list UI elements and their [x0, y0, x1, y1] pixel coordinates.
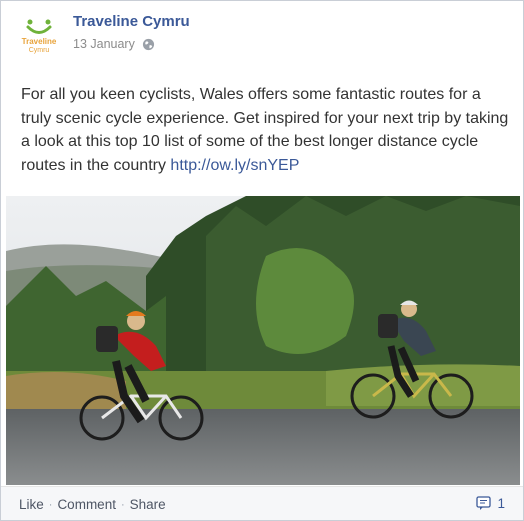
author-name[interactable]: Traveline Cymru	[73, 13, 190, 30]
globe-icon[interactable]	[142, 38, 155, 51]
post-footer: Like · Comment · Share 1	[1, 486, 523, 520]
post-actions: Like · Comment · Share	[19, 497, 166, 512]
comment-count-value: 1	[497, 496, 505, 511]
comment-bubble-icon	[476, 496, 492, 510]
post-date[interactable]: 13 January	[73, 37, 135, 51]
traveline-cymru-logo[interactable]: Traveline Cymru	[19, 16, 59, 56]
comment-link[interactable]: Comment	[57, 497, 116, 512]
post-meta: 13 January	[73, 37, 155, 51]
svg-text:Traveline: Traveline	[22, 37, 57, 46]
comment-count[interactable]: 1	[476, 496, 505, 511]
post-card: Traveline Cymru Traveline Cymru 13 Janua…	[0, 0, 524, 521]
svg-text:Cymru: Cymru	[29, 47, 50, 54]
separator-dot: ·	[120, 498, 125, 511]
post-photo-cyclists[interactable]	[6, 196, 520, 485]
like-link[interactable]: Like	[19, 497, 44, 512]
separator-dot: ·	[48, 498, 53, 511]
post-link[interactable]: http://ow.ly/snYEP	[170, 157, 299, 174]
share-link[interactable]: Share	[130, 497, 166, 512]
post-message: For all you keen cyclists, Wales offers …	[21, 83, 511, 177]
